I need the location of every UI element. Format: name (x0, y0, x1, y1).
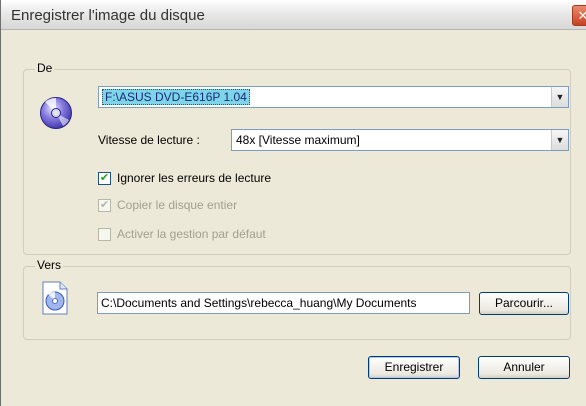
source-group-label: De (35, 61, 55, 75)
chevron-down-icon[interactable]: ▼ (551, 130, 568, 150)
check-icon: ✔ (99, 199, 110, 211)
default-management-checkbox[interactable] (98, 228, 111, 241)
default-management-label[interactable]: Activer la gestion par défaut (117, 227, 266, 241)
save-button[interactable]: Enregistrer (368, 356, 460, 379)
read-speed-select[interactable]: 48x [Vitesse maximum] ▼ (231, 129, 569, 151)
ignore-errors-label[interactable]: Ignorer les erreurs de lecture (117, 171, 271, 185)
close-icon: ✕ (577, 8, 586, 23)
destination-path-value: C:\Documents and Settings\rebecca_huang\… (101, 296, 417, 310)
chevron-down-icon[interactable]: ▼ (551, 87, 568, 107)
read-speed-label: Vitesse de lecture : (98, 133, 200, 147)
title-bar: Enregistrer l'image du disque ✕ (1, 0, 586, 30)
destination-group-label: Vers (35, 258, 64, 272)
close-button[interactable]: ✕ (572, 5, 586, 26)
destination-path-input[interactable]: C:\Documents and Settings\rebecca_huang\… (97, 292, 470, 314)
browse-button[interactable]: Parcourir... (479, 292, 569, 315)
source-drive-value: F:\ASUS DVD-E616P 1.04 (102, 89, 250, 105)
cancel-button[interactable]: Annuler (478, 356, 570, 379)
read-speed-value: 48x [Vitesse maximum] (236, 133, 360, 147)
copy-entire-disc-checkbox[interactable]: ✔ (98, 199, 111, 212)
disc-icon (40, 97, 72, 129)
check-icon: ✔ (99, 172, 110, 184)
save-disc-image-dialog: Enregistrer l'image du disque ✕ De F:\AS… (0, 0, 586, 406)
ignore-errors-checkbox[interactable]: ✔ (98, 172, 111, 185)
image-file-icon (42, 281, 68, 315)
window-title: Enregistrer l'image du disque (11, 7, 205, 24)
source-drive-select[interactable]: F:\ASUS DVD-E616P 1.04 ▼ (98, 86, 569, 108)
copy-entire-disc-label[interactable]: Copier le disque entier (117, 198, 237, 212)
